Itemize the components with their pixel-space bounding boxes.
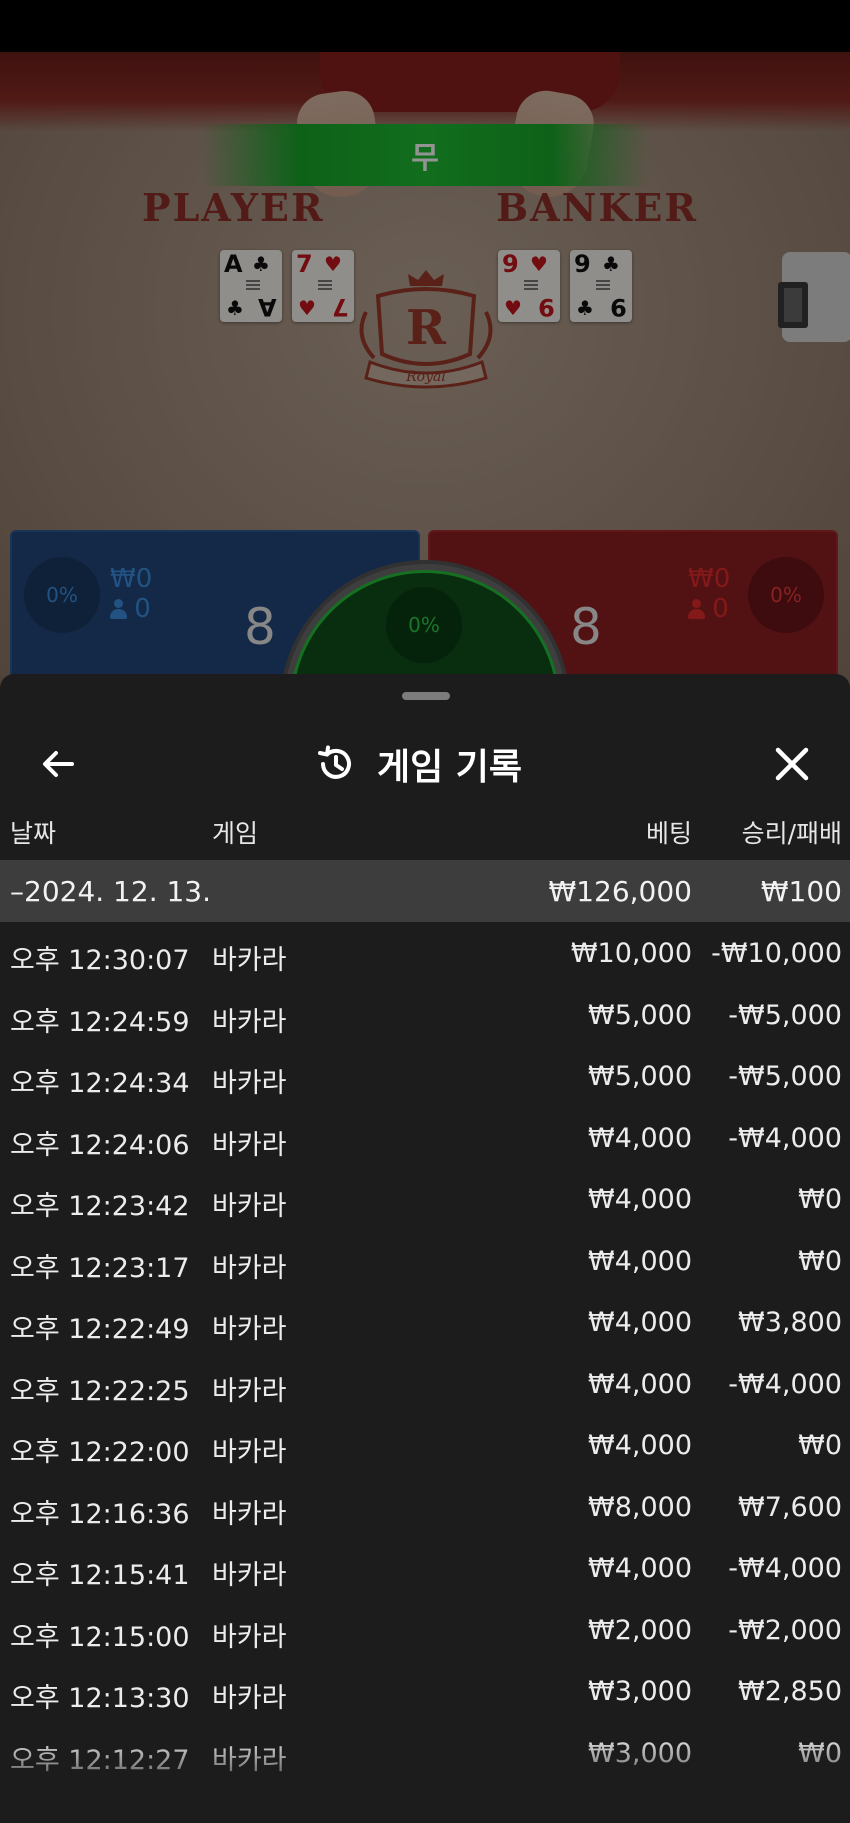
- row-time: 오후 12:23:17: [10, 1252, 190, 1284]
- row-bet: ₩4,000: [588, 1430, 692, 1461]
- history-row[interactable]: 오후 12:22:00 바카라 ₩4,000 ₩0: [0, 1416, 850, 1478]
- arrow-left-icon: [43, 751, 74, 777]
- history-row[interactable]: 오후 12:22:49 바카라 ₩4,000 ₩3,800: [0, 1293, 850, 1355]
- row-bet: ₩4,000: [588, 1307, 692, 1338]
- live-game-view: 무 PLAYER BANKER A ♣ ♣ A 7 ♥ ♥ 7 9 ♥ ♥ 9 …: [0, 0, 850, 700]
- column-bet: 베팅: [645, 819, 692, 848]
- row-game: 바카라: [212, 1560, 287, 1591]
- row-time: 오후 12:23:42: [10, 1191, 190, 1222]
- row-bet: ₩5,000: [588, 999, 692, 1031]
- date-group-result-total: ₩100: [760, 875, 842, 908]
- row-result: ₩0: [798, 1430, 842, 1461]
- row-bet: ₩4,000: [588, 1553, 692, 1584]
- row-game: 바카라: [212, 1068, 287, 1099]
- row-time: 오후 12:24:59: [10, 1006, 190, 1038]
- date-group-row[interactable]: –2024. 12. 13. ₩126,000 ₩100: [0, 860, 850, 922]
- row-time: 오후 12:24:34: [10, 1068, 190, 1099]
- column-result: 승리/패배: [741, 819, 842, 848]
- row-time: 오후 12:15:41: [10, 1560, 190, 1591]
- row-result: -₩2,000: [728, 1614, 842, 1646]
- row-bet: ₩5,000: [588, 1061, 692, 1092]
- row-time: 오후 12:16:36: [10, 1498, 190, 1530]
- row-game: 바카라: [212, 945, 287, 976]
- row-game: 바카라: [212, 1006, 287, 1038]
- history-row[interactable]: 오후 12:22:25 바카라 ₩4,000 -₩4,000: [0, 1355, 850, 1417]
- row-bet: ₩4,000: [588, 1122, 692, 1154]
- row-time: 오후 12:22:49: [10, 1314, 190, 1345]
- history-row[interactable]: 오후 12:23:17 바카라 ₩4,000 ₩0: [0, 1232, 850, 1294]
- history-row[interactable]: 오후 12:30:07 바카라 ₩10,000 -₩10,000: [0, 924, 850, 986]
- row-result: -₩5,000: [728, 1061, 842, 1092]
- date-group-bet-total: ₩126,000: [548, 875, 692, 908]
- column-game: 게임: [212, 819, 259, 848]
- row-result: ₩3,800: [738, 1307, 842, 1338]
- status-bar: [0, 0, 850, 52]
- row-result: ₩0: [798, 1245, 842, 1277]
- history-icon: [318, 745, 351, 779]
- game-history-sheet: 게임 기록 날짜 게임 베팅 승리/패배 –2024. 12. 13. ₩126…: [0, 674, 850, 1823]
- row-time: 오후 12:15:00: [10, 1621, 190, 1653]
- sheet-title-group: 게임 기록: [315, 736, 522, 792]
- row-bet: ₩4,000: [588, 1245, 692, 1277]
- row-result: -₩4,000: [728, 1368, 842, 1400]
- date-group-date: –2024. 12. 13.: [10, 875, 212, 908]
- history-row[interactable]: 오후 12:15:00 바카라 ₩2,000 -₩2,000: [0, 1601, 850, 1663]
- row-game: 바카라: [212, 1252, 287, 1284]
- history-row[interactable]: 오후 12:24:06 바카라 ₩4,000 -₩4,000: [0, 1109, 850, 1171]
- history-row[interactable]: 오후 12:23:42 바카라 ₩4,000 ₩0: [0, 1170, 850, 1232]
- history-row[interactable]: 오후 12:15:41 바카라 ₩4,000 -₩4,000: [0, 1539, 850, 1601]
- row-game: 바카라: [212, 1498, 287, 1530]
- row-bet: ₩4,000: [588, 1368, 692, 1400]
- row-result: -₩4,000: [728, 1122, 842, 1154]
- row-bet: ₩10,000: [570, 938, 692, 969]
- row-result: -₩10,000: [711, 938, 842, 969]
- row-time: 오후 12:22:00: [10, 1437, 190, 1468]
- row-result: ₩0: [798, 1184, 842, 1215]
- sheet-title: 게임 기록: [377, 747, 523, 788]
- row-game: 바카라: [212, 1375, 287, 1407]
- sheet-header: 게임 기록: [0, 714, 850, 814]
- row-time: 오후 12:24:06: [10, 1129, 190, 1161]
- row-time: 오후 12:30:07: [10, 945, 190, 976]
- back-button[interactable]: [30, 736, 86, 792]
- row-game: 바카라: [212, 1191, 287, 1222]
- row-time: 오후 12:13:30: [10, 1683, 190, 1714]
- table-header: 날짜 게임 베팅 승리/패배: [0, 804, 850, 854]
- history-list: 오후 12:30:07 바카라 ₩10,000 -₩10,000 오후 12:24:59…: [0, 924, 850, 1785]
- history-row[interactable]: 오후 12:16:36 바카라 ₩8,000 ₩7,600: [0, 1478, 850, 1540]
- row-result: -₩5,000: [728, 999, 842, 1031]
- row-bet: ₩8,000: [588, 1491, 692, 1523]
- modal-backdrop[interactable]: [0, 52, 850, 700]
- history-row[interactable]: 오후 12:13:30 바카라 ₩3,000 ₩2,850: [0, 1662, 850, 1724]
- sheet-drag-handle[interactable]: [402, 692, 450, 700]
- row-game: 바카라: [212, 1683, 287, 1714]
- row-result: ₩7,600: [738, 1491, 842, 1523]
- row-bet: ₩3,000: [588, 1676, 692, 1707]
- row-time: 오후 12:22:25: [10, 1375, 190, 1407]
- history-row[interactable]: 오후 12:24:34 바카라 ₩5,000 -₩5,000: [0, 1047, 850, 1109]
- row-game: 바카라: [212, 1437, 287, 1468]
- close-icon: [775, 747, 809, 781]
- row-bet: ₩4,000: [588, 1184, 692, 1215]
- row-game: 바카라: [212, 1129, 287, 1161]
- row-bet: ₩2,000: [588, 1614, 692, 1646]
- list-fade-overlay: [0, 1734, 850, 1823]
- row-result: ₩2,850: [738, 1676, 842, 1707]
- close-button[interactable]: [764, 736, 820, 792]
- row-game: 바카라: [212, 1314, 287, 1345]
- history-row[interactable]: 오후 12:24:59 바카라 ₩5,000 -₩5,000: [0, 986, 850, 1048]
- row-game: 바카라: [212, 1621, 287, 1653]
- row-result: -₩4,000: [728, 1553, 842, 1584]
- column-date: 날짜: [10, 819, 57, 848]
